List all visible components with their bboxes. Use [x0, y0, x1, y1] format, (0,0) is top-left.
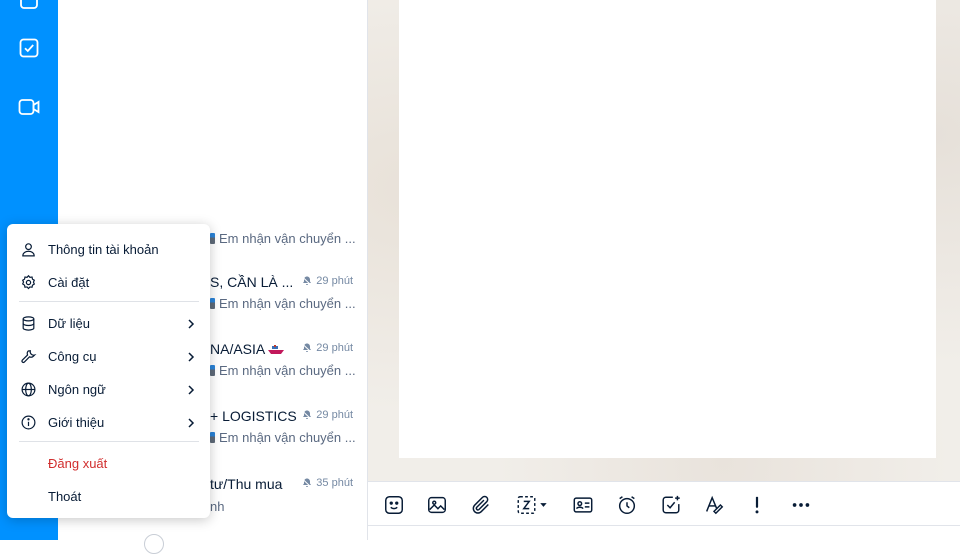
conversation-preview: Em nhận vận chuyển ...	[210, 231, 356, 246]
more-icon[interactable]	[788, 492, 814, 518]
menu-item-data[interactable]: Dữ liệu	[7, 307, 210, 339]
todo-checkbox-icon[interactable]	[14, 33, 44, 63]
menu-item-settings[interactable]: Cài đặt	[7, 266, 210, 298]
menu-item-language[interactable]: Ngôn ngữ	[7, 373, 210, 405]
image-message[interactable]	[399, 0, 936, 458]
info-icon	[19, 413, 37, 431]
conversation-title: NA/ASIA	[210, 341, 285, 357]
pin-icon	[210, 298, 215, 309]
menu-item-logout[interactable]: Đăng xuất	[7, 447, 210, 479]
user-icon	[19, 240, 37, 258]
chevron-right-icon	[185, 383, 197, 395]
chevron-right-icon	[185, 317, 197, 329]
conversation-time: 29 phút	[301, 275, 353, 287]
muted-bell-icon	[302, 343, 312, 353]
pin-icon	[210, 365, 215, 376]
conversation-title: + LOGISTICS	[210, 408, 297, 424]
muted-bell-icon	[302, 410, 312, 420]
ship-emoji-icon	[268, 345, 285, 355]
gear-icon	[19, 273, 37, 291]
globe-icon	[19, 380, 37, 398]
urgent-icon[interactable]	[744, 492, 770, 518]
sticker-icon[interactable]	[381, 492, 407, 518]
attachment-icon[interactable]	[468, 492, 494, 518]
menu-item-account-info[interactable]: Thông tin tài khoản	[7, 233, 210, 265]
account-menu: Thông tin tài khoản Cài đặt Dữ liệu Công…	[7, 224, 210, 518]
composer-toolbar	[368, 481, 960, 526]
conversation-time: 35 phút	[301, 477, 353, 489]
conversation-time: 29 phút	[301, 409, 353, 421]
menu-item-exit[interactable]: Thoát	[7, 480, 210, 512]
menu-item-tools[interactable]: Công cụ	[7, 340, 210, 372]
menu-item-about[interactable]: Giới thiệu	[7, 406, 210, 438]
contact-card-icon[interactable]	[570, 492, 596, 518]
conversation-preview: nh	[210, 499, 225, 514]
avatar[interactable]	[144, 534, 164, 554]
conversation-time: 29 phút	[301, 342, 353, 354]
pin-icon	[210, 432, 215, 443]
image-icon[interactable]	[424, 492, 450, 518]
muted-bell-icon	[302, 276, 312, 286]
wrench-icon	[19, 347, 37, 365]
contacts-icon[interactable]	[14, 0, 44, 14]
pin-icon	[210, 233, 215, 244]
conversation-preview: Em nhận vận chuyển ...	[210, 296, 356, 311]
conversation-title: S, CẦN LÀ ...	[210, 274, 294, 290]
menu-divider	[19, 301, 199, 302]
chevron-right-icon	[185, 416, 197, 428]
muted-bell-icon	[302, 478, 312, 488]
text-format-icon[interactable]	[701, 492, 727, 518]
conversation-preview: Em nhận vận chuyển ...	[210, 363, 356, 378]
chevron-right-icon	[185, 350, 197, 362]
conversation-preview: Em nhận vận chuyển ...	[210, 430, 356, 445]
menu-divider	[19, 441, 199, 442]
conversation-title: tư/Thu mua	[210, 476, 283, 492]
chat-area	[368, 0, 960, 540]
database-icon	[19, 314, 37, 332]
video-call-icon[interactable]	[14, 92, 44, 122]
reminder-clock-icon[interactable]	[614, 492, 640, 518]
message-input[interactable]	[368, 525, 960, 540]
screenshot-icon[interactable]	[512, 492, 552, 518]
assign-task-icon[interactable]	[658, 492, 684, 518]
